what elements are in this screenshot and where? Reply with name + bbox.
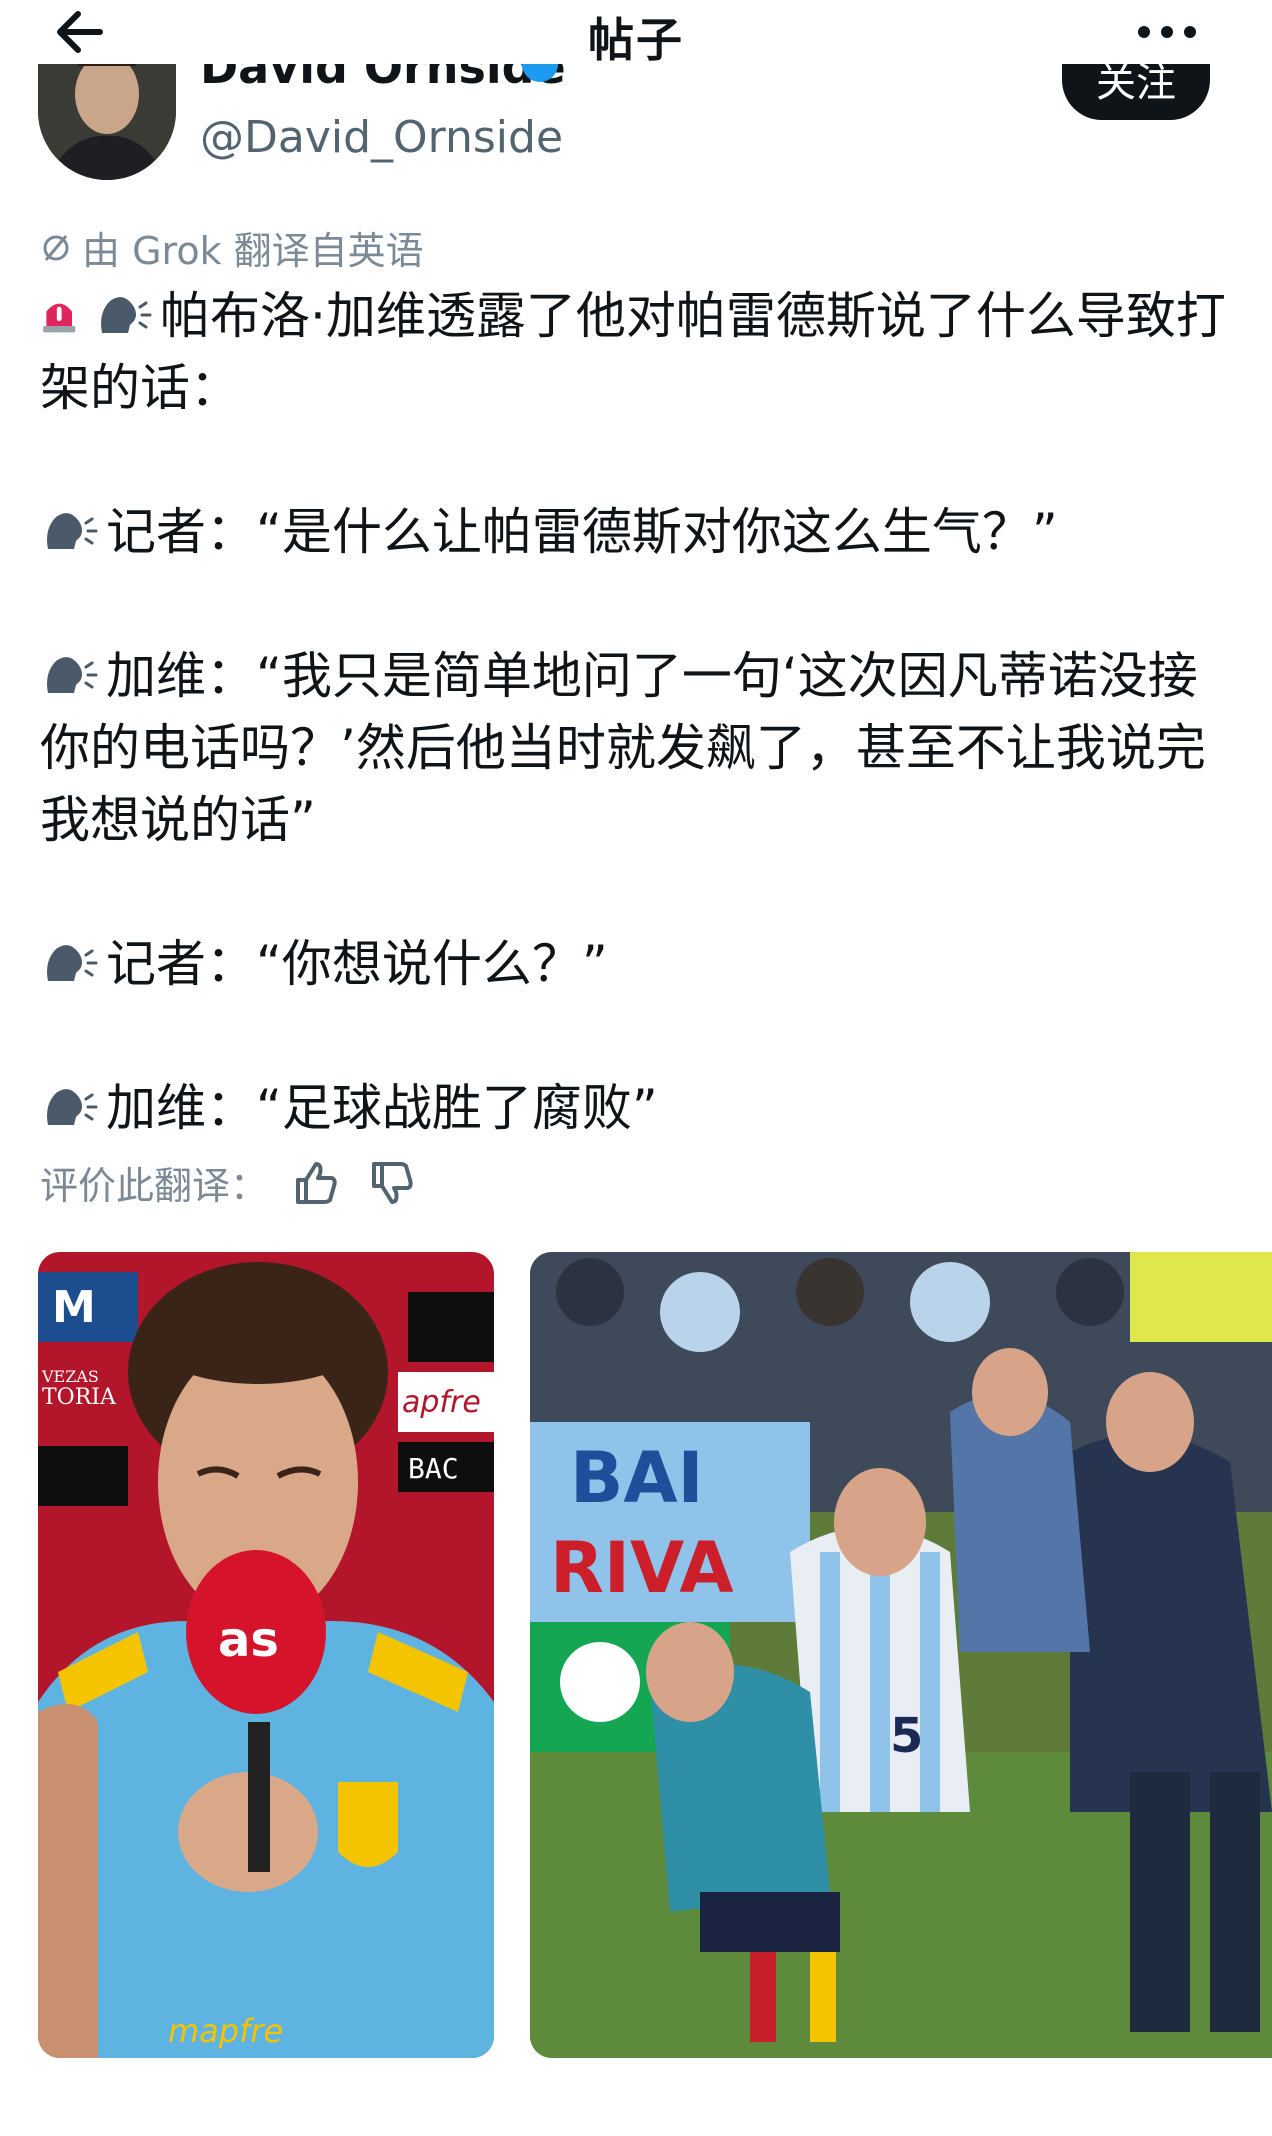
media-image-scuffle[interactable]: BAI RIVA 5 <box>530 1252 1272 2058</box>
translate-slash-icon <box>43 234 69 261</box>
more-horizontal-icon <box>1138 26 1196 38</box>
avatar[interactable] <box>38 64 176 180</box>
post-paragraph-2: 记者：“是什么让帕雷德斯对你这么生气？” <box>40 496 1240 568</box>
post-paragraph-4: 记者：“你想说什么？” <box>40 928 1240 1000</box>
post-line-3: 加维：“我只是简单地问了一句‘这次因凡蒂诺没接你的电话吗？’然后他当时就发飙了，… <box>40 647 1206 849</box>
rate-translation-row: 评价此翻译： <box>40 1155 420 1210</box>
rate-translation-label: 评价此翻译： <box>40 1164 269 1208</box>
post-line-1: 帕布洛·加维透露了他对帕雷德斯说了什么导致打架的话： <box>40 287 1226 417</box>
speaking-head-icon <box>47 513 98 549</box>
top-bar: 帖子 <box>0 0 1272 67</box>
post-paragraph-3: 加维：“我只是简单地问了一句‘这次因凡蒂诺没接你的电话吗？’然后他当时就发飙了，… <box>40 640 1240 856</box>
speaking-head-icon <box>101 297 152 333</box>
thumbs-up-icon <box>296 1161 337 1204</box>
shirt-sponsor-text: mapfre <box>168 2012 283 2050</box>
mic-logo-text: as <box>218 1612 279 1668</box>
post-paragraph-5: 加维：“足球战胜了腐败” <box>40 1072 1240 1144</box>
board-text-1: VEZAS <box>41 1367 99 1386</box>
post-line-5: 加维：“足球战胜了腐败” <box>106 1079 658 1137</box>
follow-button-container: 关注 <box>1062 64 1212 120</box>
speaking-head-icon <box>47 945 98 981</box>
post-line-4: 记者：“你想说什么？” <box>106 935 608 993</box>
translation-note: 由 Grok 翻译自英语 <box>40 220 424 275</box>
author-handle[interactable]: @David_Ornside <box>200 112 563 163</box>
board-text-4: BAC <box>408 1452 459 1485</box>
more-button[interactable] <box>1132 14 1202 50</box>
siren-icon <box>43 303 76 333</box>
banner-text-1: BAI <box>570 1437 704 1519</box>
banner-text-2: RIVA <box>550 1527 734 1609</box>
verified-badge-icon <box>520 64 560 104</box>
post-text: 帕布洛·加维透露了他对帕雷德斯说了什么导致打架的话： 记者：“是什么让帕雷德斯对… <box>40 280 1240 1144</box>
svg-text:M: M <box>52 1282 96 1333</box>
thumbs-up-button[interactable] <box>290 1156 344 1210</box>
post-paragraph-1: 帕布洛·加维透露了他对帕雷德斯说了什么导致打架的话： <box>40 280 1240 424</box>
follow-button[interactable]: 关注 <box>1062 64 1210 120</box>
media-image-interview[interactable]: M VEZAS TORIA apfre BAC mapfre as <box>38 1252 494 2058</box>
speaking-head-icon <box>47 1089 98 1125</box>
post-line-2: 记者：“是什么让帕雷德斯对你这么生气？” <box>106 503 1058 561</box>
jersey-number-text: 5 <box>890 1708 923 1764</box>
speaking-head-icon <box>47 657 98 693</box>
thumbs-down-icon <box>372 1161 413 1204</box>
thumbs-down-button[interactable] <box>366 1156 420 1210</box>
page-title: 帖子 <box>588 13 684 67</box>
translation-note-text: 由 Grok 翻译自英语 <box>82 229 424 273</box>
board-text-3: apfre <box>402 1385 481 1420</box>
board-text-2: TORIA <box>42 1385 117 1410</box>
